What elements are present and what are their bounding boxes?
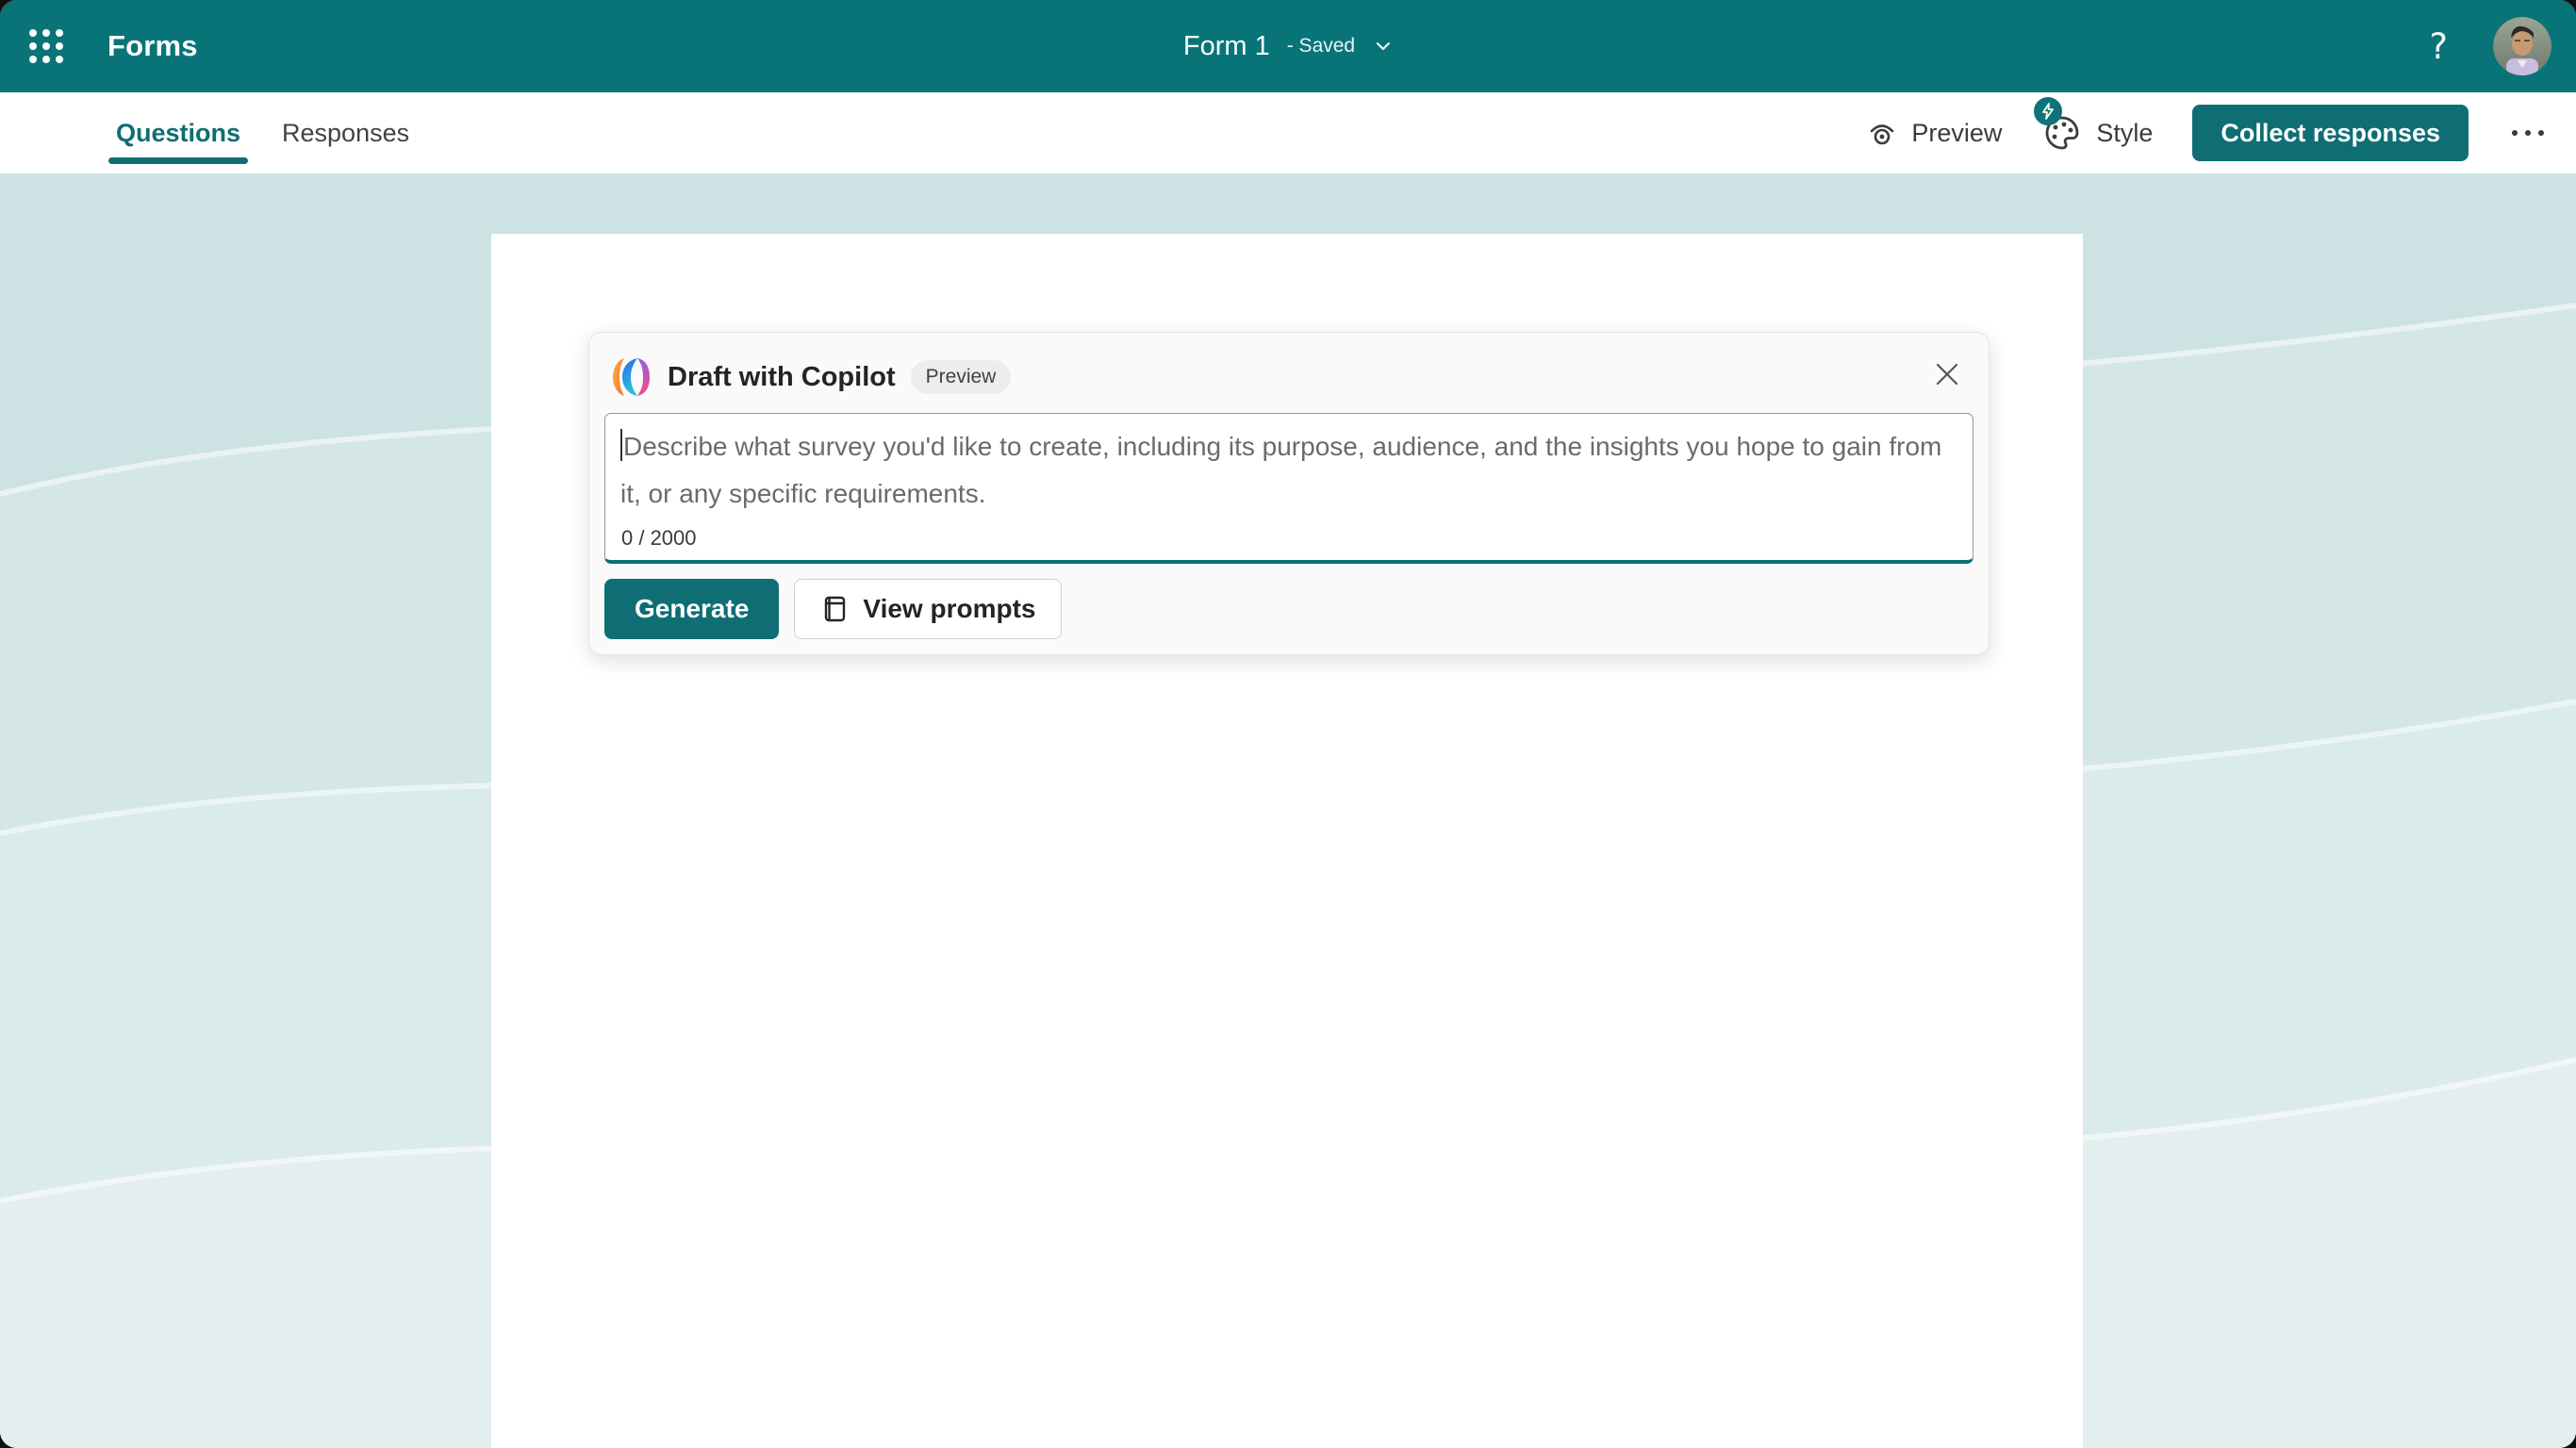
- prompt-placeholder: Describe what survey you'd like to creat…: [620, 423, 1957, 518]
- app-window: Forms Form 1 - Saved ? Questions Respons…: [0, 0, 2576, 1448]
- app-header: Forms Form 1 - Saved ?: [0, 0, 2576, 92]
- avatar[interactable]: [2493, 17, 2551, 75]
- notebook-icon: [819, 594, 850, 624]
- close-icon: [1933, 360, 1961, 388]
- main-area: Draft with Copilot Preview Describe what…: [0, 173, 2576, 1448]
- tab-questions[interactable]: Questions: [107, 92, 249, 173]
- text-cursor: [620, 429, 622, 461]
- tab-responses[interactable]: Responses: [282, 92, 409, 173]
- toolbar-right-group: Preview Style Collect responses: [1866, 97, 2576, 161]
- close-button[interactable]: [1926, 354, 1968, 395]
- copilot-dialog: Draft with Copilot Preview Describe what…: [588, 332, 1990, 655]
- dialog-header: Draft with Copilot Preview: [604, 355, 1973, 399]
- copilot-icon: [609, 355, 652, 399]
- tab-list: Questions Responses: [0, 92, 409, 173]
- style-button[interactable]: Style: [2034, 97, 2153, 154]
- view-prompts-button[interactable]: View prompts: [794, 579, 1062, 639]
- header-right-group: ?: [2429, 17, 2576, 75]
- app-launcher-button[interactable]: [0, 0, 92, 92]
- form-title-menu[interactable]: Form 1 - Saved: [1183, 0, 1393, 92]
- character-counter: 0 / 2000: [621, 526, 697, 550]
- app-title: Forms: [107, 29, 198, 62]
- palette-icon: [2034, 97, 2083, 154]
- generate-button[interactable]: Generate: [604, 579, 780, 639]
- preview-button[interactable]: Preview: [1866, 117, 2002, 149]
- preview-badge: Preview: [910, 360, 1012, 394]
- form-canvas: Draft with Copilot Preview Describe what…: [491, 234, 2083, 1448]
- chevron-down-icon: [1374, 37, 1393, 56]
- form-title: Form 1: [1182, 30, 1270, 61]
- collect-responses-button[interactable]: Collect responses: [2192, 105, 2469, 161]
- save-status: - Saved: [1286, 35, 1356, 57]
- dialog-title: Draft with Copilot: [668, 361, 896, 392]
- dialog-actions: Generate View prompts: [604, 579, 1973, 639]
- help-icon[interactable]: ?: [2429, 26, 2448, 67]
- waffle-icon: [29, 29, 63, 63]
- eye-icon: [1866, 117, 1898, 149]
- prompt-textarea[interactable]: Describe what survey you'd like to creat…: [604, 413, 1973, 564]
- ellipsis-icon: [2512, 130, 2518, 136]
- toolbar: Questions Responses Preview Style Collec…: [0, 92, 2576, 173]
- more-options-button[interactable]: [2508, 121, 2548, 145]
